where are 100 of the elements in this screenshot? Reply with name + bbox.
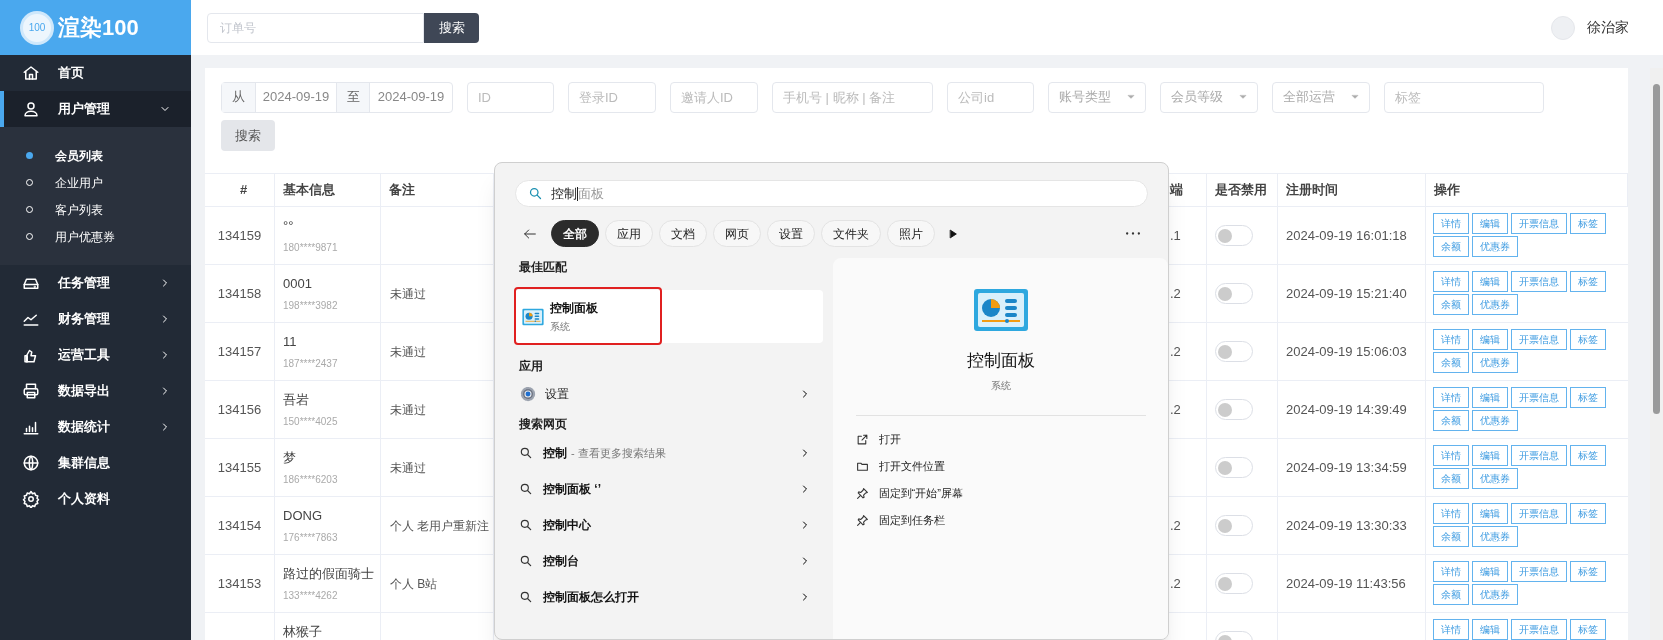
filter-field[interactable]: 手机号 | 昵称 | 备注 [772,81,933,113]
nav-item[interactable]: 用户管理 [0,91,191,127]
filter-field[interactable]: 登录ID [568,81,656,113]
nav-item[interactable]: 财务管理 [0,301,191,337]
action-button[interactable]: 余额 [1433,468,1469,489]
action-button[interactable]: 详情 [1433,213,1469,234]
toggle-switch[interactable] [1215,341,1253,362]
action-button[interactable]: 编辑 [1472,503,1508,524]
order-search-field[interactable]: 订单号 [207,12,424,43]
action-button[interactable]: 余额 [1433,352,1469,373]
column-header[interactable]: 注册时间 [1286,180,1338,200]
action-button[interactable]: 详情 [1433,503,1469,524]
filter-tab[interactable]: 应用 [605,220,653,247]
filter-field[interactable]: 邀请人ID [670,81,758,113]
column-header[interactable]: 端 [1170,180,1183,200]
action-button[interactable]: 编辑 [1472,445,1508,466]
action-button[interactable]: 标签 [1570,445,1606,466]
app-result[interactable]: 设置 [519,377,824,411]
action-button[interactable]: 标签 [1570,213,1606,234]
toggle-switch[interactable] [1215,515,1253,536]
filter-tab[interactable]: 网页 [713,220,761,247]
nav-item[interactable]: 任务管理 [0,265,191,301]
toggle-switch[interactable] [1215,283,1253,304]
search-button[interactable]: 搜索 [424,12,479,43]
filter-tab[interactable]: 文档 [659,220,707,247]
action-button[interactable]: 优惠券 [1472,352,1518,373]
action-button[interactable]: 标签 [1570,561,1606,582]
action-button[interactable]: 标签 [1570,329,1606,350]
action-button[interactable]: 余额 [1433,294,1469,315]
action-button[interactable]: 优惠券 [1472,468,1518,489]
action-button[interactable]: 开票信息 [1511,387,1567,408]
dropdown[interactable]: 账号类型 [1048,81,1146,113]
submenu-item[interactable]: 客户列表 [0,196,191,223]
column-header[interactable]: 是否禁用 [1215,180,1267,200]
preview-action[interactable]: 固定到“开始”屏幕 [878,484,963,502]
action-button[interactable]: 开票信息 [1511,213,1567,234]
best-match-card[interactable]: 控制面板 系统 [514,290,824,343]
search-field[interactable]: 控制面板 [515,180,1148,207]
filter-tab[interactable]: 照片 [887,220,935,247]
action-button[interactable]: 标签 [1570,619,1606,640]
submenu-item[interactable]: 用户优惠券 [0,223,191,250]
dropdown[interactable]: 会员等级 [1160,81,1258,113]
column-header[interactable]: 备注 [389,180,415,200]
action-button[interactable]: 详情 [1433,271,1469,292]
action-button[interactable]: 编辑 [1472,329,1508,350]
action-button[interactable]: 余额 [1433,410,1469,431]
web-search-link[interactable]: 控制台 [543,552,790,570]
toggle-switch[interactable] [1215,399,1253,420]
action-button[interactable]: 余额 [1433,526,1469,547]
date-range-field[interactable]: 从 2024-09-19 至 2024-09-19 [221,81,453,113]
action-button[interactable]: 详情 [1433,619,1469,640]
nav-item[interactable]: 数据导出 [0,373,191,409]
filter-tab[interactable]: 设置 [767,220,815,247]
toggle-switch[interactable] [1215,457,1253,478]
action-button[interactable]: 详情 [1433,329,1469,350]
action-button[interactable]: 优惠券 [1472,236,1518,257]
action-button[interactable]: 优惠券 [1472,294,1518,315]
toggle-switch[interactable] [1215,573,1253,594]
action-button[interactable]: 编辑 [1472,387,1508,408]
action-button[interactable]: 编辑 [1472,561,1508,582]
web-search-link[interactable]: 控制面板怎么打开 [543,588,790,606]
action-button[interactable]: 开票信息 [1511,561,1567,582]
column-header[interactable]: # [239,180,248,200]
web-search-link[interactable]: 控制面板 ‘’ [543,480,790,498]
submenu-item[interactable]: 会员列表 [0,142,191,169]
toggle-switch[interactable] [1215,225,1253,246]
action-button[interactable]: 详情 [1433,445,1469,466]
preview-action[interactable]: 打开文件位置 [878,457,945,475]
nav-item[interactable]: 集群信息 [0,445,191,481]
nav-item[interactable]: 个人资料 [0,481,191,517]
nav-item[interactable]: 运营工具 [0,337,191,373]
action-button[interactable]: 开票信息 [1511,271,1567,292]
filter-field[interactable]: 公司id [947,81,1034,113]
action-button[interactable]: 详情 [1433,387,1469,408]
filter-tab[interactable]: 文件夹 [821,220,881,247]
action-button[interactable]: 编辑 [1472,213,1508,234]
action-button[interactable]: 编辑 [1472,619,1508,640]
web-search-link[interactable]: 控制中心 [543,516,790,534]
action-button[interactable]: 开票信息 [1511,619,1567,640]
action-button[interactable]: 编辑 [1472,271,1508,292]
filter-tab[interactable]: 全部 [551,220,599,247]
user-name[interactable]: 徐治家 [1587,17,1629,38]
filter-field[interactable]: ID [467,81,554,113]
action-button[interactable]: 开票信息 [1511,503,1567,524]
preview-action[interactable]: 打开 [878,430,901,448]
action-button[interactable]: 优惠券 [1472,526,1518,547]
preview-action[interactable]: 固定到任务栏 [878,511,945,529]
nav-item[interactable]: 数据统计 [0,409,191,445]
action-button[interactable]: 详情 [1433,561,1469,582]
action-button[interactable]: 开票信息 [1511,329,1567,350]
web-search-link[interactable]: 控制 - 查看更多搜索结果 [543,444,790,462]
action-button[interactable]: 优惠券 [1472,410,1518,431]
action-button[interactable]: 优惠券 [1472,584,1518,605]
search-button[interactable]: 搜索 [221,120,275,151]
submenu-item[interactable]: 企业用户 [0,169,191,196]
column-header[interactable]: 基本信息 [283,180,335,200]
nav-item[interactable]: 首页 [0,55,191,91]
action-button[interactable]: 开票信息 [1511,445,1567,466]
scrollbar[interactable] [1650,68,1663,640]
action-button[interactable]: 标签 [1570,271,1606,292]
